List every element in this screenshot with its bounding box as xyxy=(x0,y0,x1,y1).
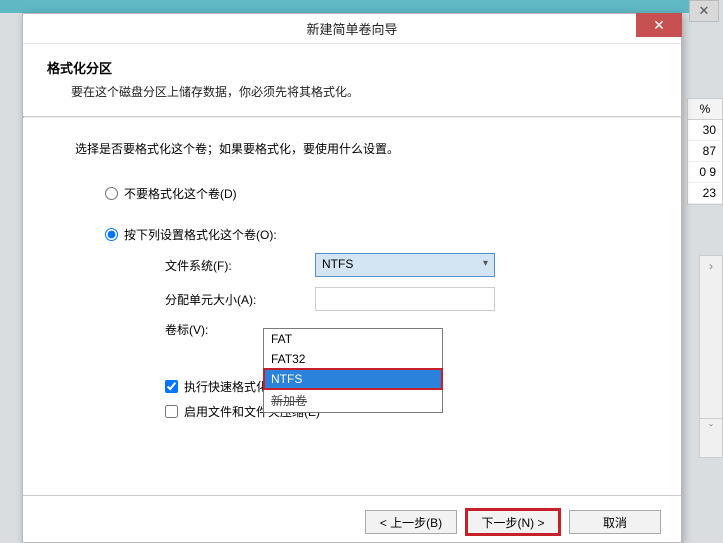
allocation-row: 分配单元大小(A): xyxy=(165,287,629,311)
scroll-right-icon: › xyxy=(700,256,722,276)
titlebar: 新建简单卷向导 ✕ xyxy=(23,14,681,44)
bg-percent-column: % 30 87 0 9 23 xyxy=(687,98,723,205)
bg-cell: 30 xyxy=(688,120,722,141)
bg-cell: 0 9 xyxy=(688,162,722,183)
bg-scrollbar-bottom[interactable]: ˇ xyxy=(699,418,723,458)
wizard-content: 选择是否要格式化这个卷；如果要格式化，要使用什么设置。 不要格式化这个卷(D) … xyxy=(23,118,681,495)
radio-no-format[interactable]: 不要格式化这个卷(D) xyxy=(105,185,629,202)
scroll-down-icon: ˇ xyxy=(700,419,722,439)
next-button[interactable]: 下一步(N) > xyxy=(467,510,559,534)
filesystem-option-fat[interactable]: FAT xyxy=(264,329,442,349)
window-title: 新建简单卷向导 xyxy=(306,19,397,38)
content-intro: 选择是否要格式化这个卷；如果要格式化，要使用什么设置。 xyxy=(75,140,629,157)
outer-window-strip xyxy=(0,0,700,13)
filesystem-option-fat32[interactable]: FAT32 xyxy=(264,349,442,369)
quick-format-checkbox[interactable] xyxy=(165,380,178,393)
filesystem-row: 文件系统(F): NTFS ▾ xyxy=(165,253,629,277)
cancel-button[interactable]: 取消 xyxy=(569,510,661,534)
radio-no-format-input[interactable] xyxy=(105,187,118,200)
bg-col-header: % xyxy=(688,99,722,120)
compress-checkbox[interactable] xyxy=(165,405,178,418)
bg-cell: 87 xyxy=(688,141,722,162)
close-icon: ✕ xyxy=(653,17,665,34)
radio-label: 按下列设置格式化这个卷(O): xyxy=(124,226,277,243)
wizard-header: 格式化分区 要在这个磁盘分区上储存数据，你必须先将其格式化。 xyxy=(23,44,681,116)
radio-do-format-input[interactable] xyxy=(105,228,118,241)
close-button[interactable]: ✕ xyxy=(636,13,682,37)
allocation-label: 分配单元大小(A): xyxy=(165,291,315,308)
filesystem-option-ntfs[interactable]: NTFS xyxy=(264,369,442,389)
wizard-dialog: 新建简单卷向导 ✕ 格式化分区 要在这个磁盘分区上储存数据，你必须先将其格式化。… xyxy=(22,13,682,543)
filesystem-select[interactable]: NTFS ▾ xyxy=(315,253,495,277)
allocation-select[interactable] xyxy=(315,287,495,311)
bg-close-button[interactable]: ✕ xyxy=(689,0,719,22)
bg-cell: 23 xyxy=(688,183,722,204)
filesystem-option-default[interactable]: 新加卷 xyxy=(264,389,442,412)
wizard-footer: < 上一步(B) 下一步(N) > 取消 xyxy=(23,495,681,542)
back-button[interactable]: < 上一步(B) xyxy=(365,510,457,534)
filesystem-selected-value: NTFS xyxy=(322,257,353,271)
chevron-down-icon: ▾ xyxy=(483,258,488,269)
close-icon: ✕ xyxy=(699,3,710,19)
filesystem-label: 文件系统(F): xyxy=(165,257,315,274)
page-title: 格式化分区 xyxy=(47,58,657,77)
filesystem-dropdown: FAT FAT32 NTFS 新加卷 xyxy=(263,328,443,413)
radio-label: 不要格式化这个卷(D) xyxy=(124,185,237,202)
page-description: 要在这个磁盘分区上储存数据，你必须先将其格式化。 xyxy=(47,83,657,100)
radio-do-format[interactable]: 按下列设置格式化这个卷(O): xyxy=(105,226,629,243)
